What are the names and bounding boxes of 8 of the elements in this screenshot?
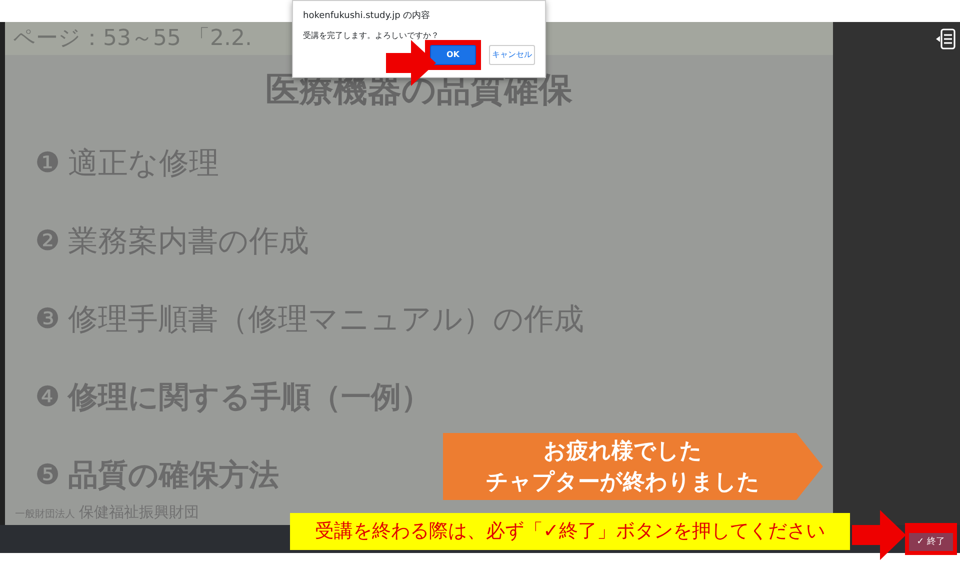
- dialog-button[interactable]: OK: [430, 44, 476, 64]
- menu-icon[interactable]: [936, 28, 956, 50]
- chapter-end-banner: お疲れ様でした チャプターが終わりました: [443, 433, 823, 500]
- dialog-title: hokenfukushi.study.jp の内容: [303, 10, 432, 23]
- instruction-callout: 受講を終わる際は、必ず「✓終了」ボタンを押してください: [290, 513, 850, 550]
- dialog-message: 受講を完了します。よろしいですか？: [303, 30, 440, 42]
- dialog-button[interactable]: キャンセル: [489, 44, 535, 64]
- end-button[interactable]: ✓ 終了: [908, 533, 953, 551]
